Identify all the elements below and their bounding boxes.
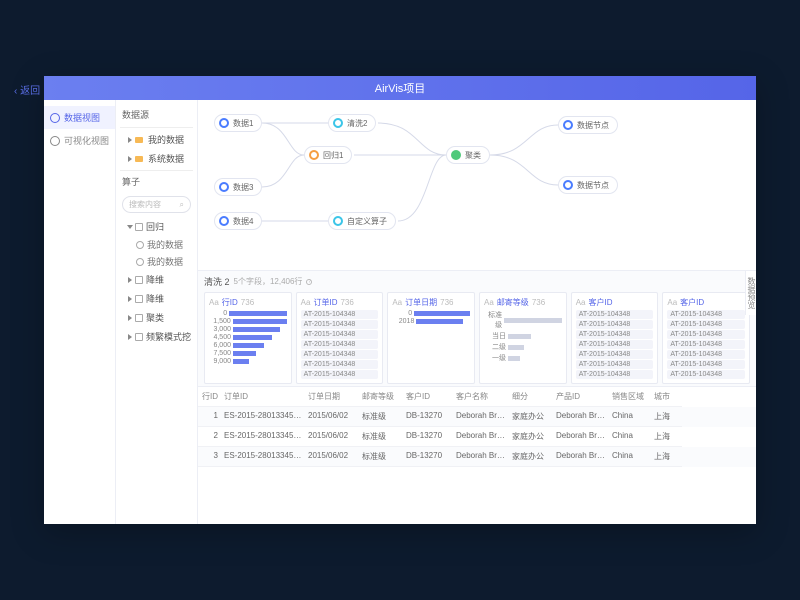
node-icon [219, 216, 229, 226]
col-header[interactable]: 客户ID [404, 387, 454, 407]
node-icon [219, 118, 229, 128]
data-preview-panel: 数据预览 清洗 2 5个字段，12,406行 ? › Aa行ID73601,50… [198, 270, 756, 386]
field-card[interactable]: Aa订单日期73602018 [387, 292, 475, 384]
main-area: 数据1清洗2数据3数据4回归1自定义算子聚类数据节点数据节点 数据预览 清洗 2… [198, 100, 756, 524]
view-tab[interactable]: 可视化视图 [44, 129, 115, 152]
node-icon [563, 180, 573, 190]
type-icon: Aa [484, 298, 494, 307]
folder-icon [135, 137, 143, 143]
table-row[interactable]: 3ES-2015-28013345S…2015/06/02标准级DB-13270… [198, 447, 756, 467]
operator-group[interactable]: 频繁模式挖 [120, 327, 193, 346]
operators-heading: 算子 [120, 173, 193, 192]
view-sidebar: 数据视图可视化视图 [44, 100, 116, 524]
data-table: 行ID订单ID订单日期邮寄等级客户ID客户名称细分产品ID销售区域城市1ES-2… [198, 386, 756, 467]
type-icon: Aa [576, 298, 586, 307]
type-icon: Aa [301, 298, 311, 307]
caret-icon [128, 156, 132, 162]
col-header[interactable]: 城市 [652, 387, 682, 407]
datasource-sidebar: 数据源 我的数据系统数据 算子 搜索内容 ⌕ 回归我的数据我的数据降维降维聚类频… [116, 100, 198, 524]
search-icon: ⌕ [180, 200, 184, 210]
view-tab[interactable]: 数据视图 [44, 106, 115, 129]
op-icon [135, 333, 143, 341]
col-header[interactable]: 邮寄等级 [360, 387, 404, 407]
op-icon [135, 223, 143, 231]
caret-icon [128, 315, 132, 321]
flow-node[interactable]: 数据节点 [558, 116, 618, 134]
table-row[interactable]: 1ES-2015-28013345S…2015/06/02标准级DB-13270… [198, 407, 756, 427]
search-input[interactable]: 搜索内容 ⌕ [122, 196, 191, 213]
flow-canvas[interactable]: 数据1清洗2数据3数据4回归1自定义算子聚类数据节点数据节点 [198, 100, 756, 270]
help-icon[interactable]: ? [306, 279, 312, 285]
header: AirVis项目 [44, 76, 756, 100]
datasource-item[interactable]: 我的数据 [120, 130, 193, 149]
flow-node[interactable]: 清洗2 [328, 114, 376, 132]
flow-node[interactable]: 数据节点 [558, 176, 618, 194]
operator-group[interactable]: 聚类 [120, 308, 193, 327]
operator-item[interactable]: 我的数据 [120, 236, 193, 253]
col-header[interactable]: 细分 [510, 387, 554, 407]
folder-icon [135, 156, 143, 162]
node-icon [333, 216, 343, 226]
page-title: AirVis项目 [375, 80, 426, 96]
datasource-item[interactable]: 系统数据 [120, 149, 193, 168]
flow-node[interactable]: 数据1 [214, 114, 262, 132]
node-icon [219, 182, 229, 192]
type-icon: Aa [392, 298, 402, 307]
op-icon [135, 314, 143, 322]
op-icon [135, 276, 143, 284]
type-icon: Aa [209, 298, 219, 307]
preview-title: 清洗 2 [204, 275, 230, 288]
preview-side-tab[interactable]: 数据预览 [745, 271, 756, 315]
caret-icon [128, 334, 132, 340]
field-card[interactable]: Aa邮寄等级736标准级当日二级一级 [479, 292, 567, 384]
caret-icon [128, 296, 132, 302]
table-row[interactable]: 2ES-2015-28013345S…2015/06/02标准级DB-13270… [198, 427, 756, 447]
field-card[interactable]: Aa订单ID736AT-2015-104348AT-2015-104348AT-… [296, 292, 384, 384]
back-link[interactable]: ‹ 返回 [14, 82, 40, 97]
operator-group[interactable]: 降维 [120, 289, 193, 308]
flow-node[interactable]: 自定义算子 [328, 212, 396, 230]
item-icon [136, 258, 144, 266]
col-header[interactable]: 订单ID [222, 387, 306, 407]
flow-node[interactable]: 聚类 [446, 146, 490, 164]
circle-icon [50, 113, 60, 123]
node-icon [333, 118, 343, 128]
flow-node[interactable]: 数据3 [214, 178, 262, 196]
app-window: AirVis项目 数据视图可视化视图 数据源 我的数据系统数据 算子 搜索内容 … [44, 76, 756, 524]
op-icon [135, 295, 143, 303]
node-icon [451, 150, 461, 160]
operator-group[interactable]: 回归 [120, 217, 193, 236]
preview-meta: 5个字段，12,406行 [234, 276, 303, 287]
circle-icon [50, 136, 60, 146]
caret-icon [128, 277, 132, 283]
caret-icon [128, 137, 132, 143]
caret-icon [127, 225, 133, 229]
col-header[interactable]: 销售区域 [610, 387, 652, 407]
field-card[interactable]: Aa客户IDAT-2015-104348AT-2015-104348AT-201… [662, 292, 750, 384]
type-icon: Aa [667, 298, 677, 307]
field-card[interactable]: Aa行ID73601,5003,0004,5006,0007,5009,000 [204, 292, 292, 384]
operator-item[interactable]: 我的数据 [120, 253, 193, 270]
node-icon [309, 150, 319, 160]
col-header[interactable]: 客户名称 [454, 387, 510, 407]
field-card[interactable]: Aa客户IDAT-2015-104348AT-2015-104348AT-201… [571, 292, 659, 384]
col-header[interactable]: 行ID [198, 387, 222, 407]
col-header[interactable]: 产品ID [554, 387, 610, 407]
col-header[interactable]: 订单日期 [306, 387, 360, 407]
operator-group[interactable]: 降维 [120, 270, 193, 289]
flow-node[interactable]: 数据4 [214, 212, 262, 230]
node-icon [563, 120, 573, 130]
flow-node[interactable]: 回归1 [304, 146, 352, 164]
datasource-heading: 数据源 [120, 106, 193, 125]
item-icon [136, 241, 144, 249]
